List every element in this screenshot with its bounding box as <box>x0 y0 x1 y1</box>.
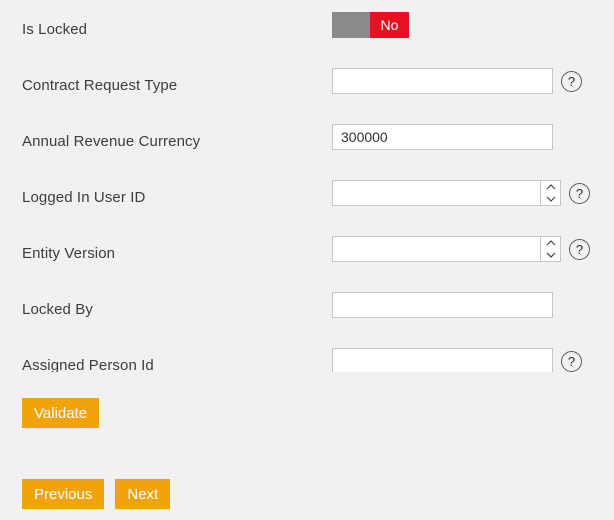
field-label-assigned-person-id: Assigned Person Id <box>0 348 332 372</box>
logged-in-user-id-help-icon[interactable]: ? <box>569 183 590 204</box>
spinner-up-icon[interactable] <box>541 181 560 193</box>
text-input-wrap <box>332 348 553 372</box>
number-input-wrap <box>332 180 561 206</box>
text-input-wrap <box>332 292 553 318</box>
field-control: ? <box>332 348 582 372</box>
validate-button[interactable]: Validate <box>22 398 99 428</box>
spinner-down-icon[interactable] <box>541 193 560 205</box>
logged-in-user-id-input[interactable] <box>333 181 540 205</box>
assigned-person-id-help-icon[interactable]: ? <box>561 351 582 372</box>
assigned-person-id-input[interactable] <box>333 349 552 372</box>
toggle-knob <box>332 12 370 38</box>
next-button[interactable]: Next <box>115 479 170 509</box>
contract-request-type-help-icon[interactable]: ? <box>561 71 582 92</box>
number-input-wrap <box>332 236 561 262</box>
contract-request-type-input[interactable] <box>333 69 552 93</box>
field-control: ? <box>332 68 582 94</box>
field-control <box>332 292 553 318</box>
spinner-up-icon[interactable] <box>541 237 560 249</box>
form-row-annual-revenue-currency: Annual Revenue Currency <box>0 124 614 150</box>
entity-version-input[interactable] <box>333 237 540 261</box>
previous-button[interactable]: Previous <box>22 479 104 509</box>
field-label-locked-by: Locked By <box>0 292 332 318</box>
locked-by-input[interactable] <box>333 293 552 317</box>
field-control: No <box>332 12 409 38</box>
form-area: Is Locked No Contract Request Type ? Ann… <box>0 0 614 372</box>
toggle-state-label: No <box>370 12 409 38</box>
field-label-contract-request-type: Contract Request Type <box>0 68 332 94</box>
spinner <box>540 237 560 261</box>
is-locked-toggle[interactable]: No <box>332 12 409 38</box>
field-control: ? <box>332 180 590 206</box>
field-label-annual-revenue-currency: Annual Revenue Currency <box>0 124 332 150</box>
spinner-down-icon[interactable] <box>541 249 560 261</box>
entity-version-help-icon[interactable]: ? <box>569 239 590 260</box>
spinner <box>540 181 560 205</box>
field-control: ? <box>332 236 590 262</box>
form-row-is-locked: Is Locked No <box>0 12 614 38</box>
form-row-logged-in-user-id: Logged In User ID ? <box>0 180 614 206</box>
page: Is Locked No Contract Request Type ? Ann… <box>0 0 614 520</box>
field-label-logged-in-user-id: Logged In User ID <box>0 180 332 206</box>
form-row-locked-by: Locked By <box>0 292 614 318</box>
text-input-wrap <box>332 68 553 94</box>
annual-revenue-currency-input[interactable] <box>333 125 552 149</box>
form-row-contract-request-type: Contract Request Type ? <box>0 68 614 94</box>
field-control <box>332 124 553 150</box>
nav-buttons: Previous Next <box>22 479 614 509</box>
form-row-assigned-person-id: Assigned Person Id ? <box>0 348 614 372</box>
field-label-is-locked: Is Locked <box>0 12 332 38</box>
form-row-entity-version: Entity Version ? <box>0 236 614 262</box>
field-label-entity-version: Entity Version <box>0 236 332 262</box>
text-input-wrap <box>332 124 553 150</box>
